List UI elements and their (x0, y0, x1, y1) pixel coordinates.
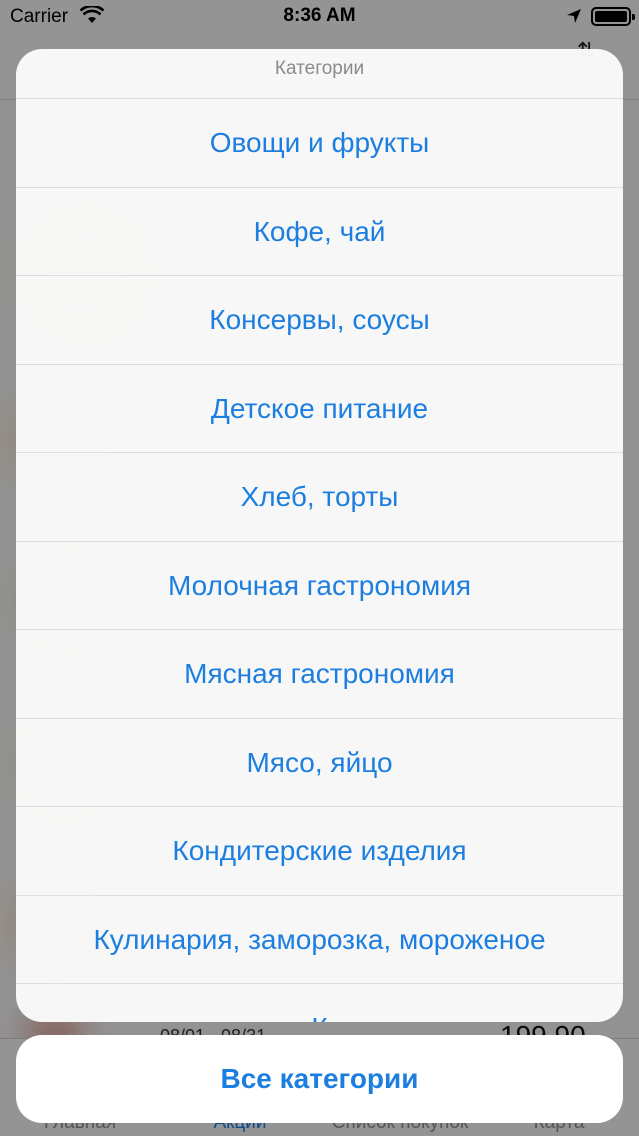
status-bar: Carrier 8:36 AM (0, 0, 639, 34)
location-icon (567, 9, 581, 23)
category-item[interactable]: Хлеб, торты (16, 453, 623, 542)
category-item[interactable]: Кондитерские изделия (16, 807, 623, 896)
sheet-title: Категории (16, 49, 623, 99)
category-item[interactable]: Кофе, чай (16, 188, 623, 276)
category-item[interactable]: Молочная гастрономия (16, 542, 623, 630)
category-item[interactable]: Детское питание (16, 365, 623, 453)
all-categories-button[interactable]: Все категории (16, 1035, 623, 1123)
category-item[interactable]: Консервы, соусы (16, 276, 623, 365)
category-item[interactable]: Кулинария, заморозка, мороженое (16, 896, 623, 984)
categories-action-sheet: Категории Овощи и фрукты Кофе, чай Консе… (16, 49, 623, 1022)
category-item[interactable]: К (16, 984, 623, 1022)
category-item[interactable]: Мясо, яйцо (16, 719, 623, 807)
clock: 8:36 AM (283, 5, 356, 26)
battery-icon (591, 7, 635, 26)
category-item[interactable]: Овощи и фрукты (16, 99, 623, 188)
category-list: Овощи и фрукты Кофе, чай Консервы, соусы… (16, 99, 623, 1022)
category-item[interactable]: Мясная гастрономия (16, 630, 623, 719)
